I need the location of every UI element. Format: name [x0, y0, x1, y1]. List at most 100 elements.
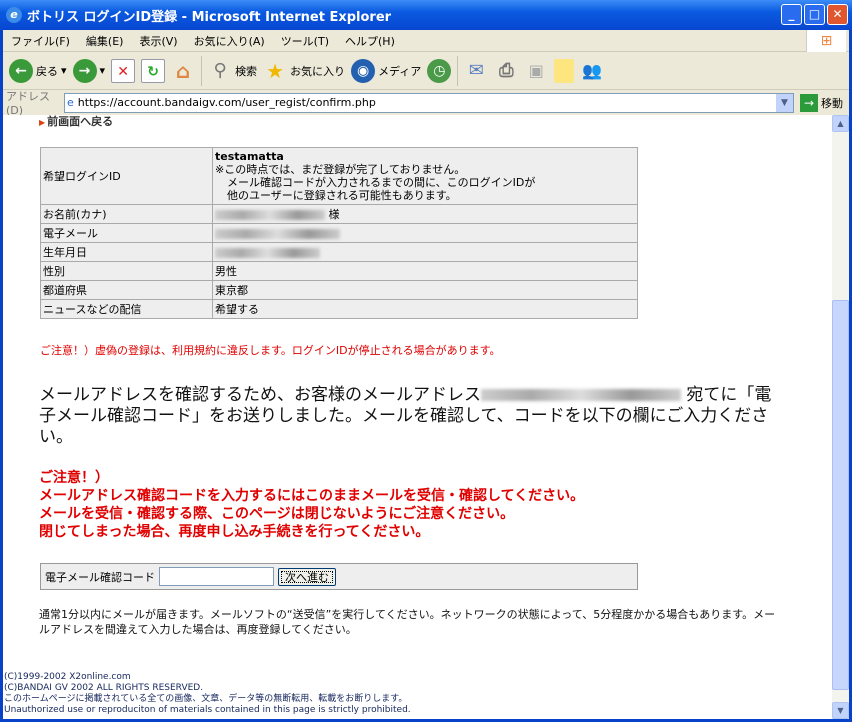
vertical-scrollbar[interactable]: ▲ ▼ [832, 115, 849, 719]
table-row: 希望ログインID testamatta ※この時点では、まだ登録が完了しておりま… [40, 147, 638, 205]
search-label: 検索 [235, 64, 258, 78]
favorites-button[interactable]: ★ お気に入り [263, 59, 345, 83]
login-id: testamatta [215, 150, 284, 163]
menu-edit[interactable]: 編集(E) [78, 33, 132, 49]
forward-arrow-icon: → [72, 58, 97, 83]
forward-button[interactable]: → ▾ [72, 58, 105, 83]
row-label: 電子メール [40, 223, 213, 243]
copyright-line: このホームページに掲載されている全ての画像、文章、データ等の無断転用、転載をお断… [4, 694, 408, 704]
row-label: 性別 [40, 261, 213, 281]
redacted-email [481, 389, 681, 401]
stop-icon[interactable]: ✕ [111, 58, 136, 83]
media-label: メディア [378, 64, 422, 78]
menu-view[interactable]: 表示(V) [131, 33, 185, 49]
toolbar: ← 戻る ▾ → ▾ ✕ ↻ ⌂ ⚲ 検索 ★ お気に入り ◉ メディア ◷ ✉ ⎙ ▣… [3, 52, 849, 90]
page-icon: e [67, 96, 74, 109]
back-link[interactable]: 前画面へ戻る [39, 115, 113, 129]
registration-table: 希望ログインID testamatta ※この時点では、まだ登録が完了しておりま… [40, 147, 638, 319]
row-value [212, 242, 638, 262]
row-label: 生年月日 [40, 242, 213, 262]
edit-icon[interactable]: ▣ [524, 59, 548, 83]
menu-tools[interactable]: ツール(T) [273, 33, 337, 49]
redacted-name [215, 210, 325, 220]
messenger-icon[interactable]: 👥 [580, 59, 604, 83]
favorites-label: お気に入り [290, 64, 346, 78]
menu-favorites[interactable]: お気に入り(A) [186, 33, 273, 49]
address-dropdown[interactable]: ▼ [776, 93, 793, 112]
address-url: https://account.bandaigv.com/user_regist… [77, 96, 376, 109]
history-icon[interactable]: ◷ [427, 58, 452, 83]
notice-line: 閉じてしまった場合、再度申し込み手続きを行ってください。 [39, 524, 430, 540]
table-row: お名前(カナ) 様 [40, 204, 638, 224]
page-content: 前画面へ戻る 希望ログインID testamatta ※この時点では、まだ登録が… [3, 115, 832, 719]
print-icon[interactable]: ⎙ [494, 59, 518, 83]
separator [201, 55, 203, 86]
notice-line: ご注意！） [39, 470, 109, 486]
false-registration-warning: ご注意！）虚偽の登録は、利用規約に違反します。ログインIDが停止される場合があり… [40, 344, 501, 357]
row-value [212, 223, 638, 243]
scroll-down-button[interactable]: ▼ [832, 702, 849, 719]
table-row: 生年月日 [40, 242, 638, 262]
scroll-up-button[interactable]: ▲ [832, 115, 849, 132]
close-button[interactable]: ✕ [827, 4, 848, 25]
scroll-thumb[interactable] [832, 300, 849, 690]
row-value: testamatta ※この時点では、まだ登録が完了しておりません。 メール確認… [212, 147, 638, 205]
refresh-icon[interactable]: ↻ [141, 58, 166, 83]
redacted-email [215, 228, 340, 239]
ie-icon: e [6, 7, 22, 23]
note-line: 他のユーザーに登録される可能性もあります。 [227, 189, 457, 202]
confirmation-message: メールアドレスを確認するため、お客様のメールアドレス 宛てに「電子メール確認コー… [39, 385, 779, 448]
menu-help[interactable]: ヘルプ(H) [337, 33, 403, 49]
address-input[interactable]: e https://account.bandaigv.com/user_regi… [64, 92, 794, 113]
redacted-birthdate [215, 247, 320, 258]
table-row: ニュースなどの配信 希望する [40, 299, 638, 319]
honorific: 様 [328, 208, 340, 221]
address-bar: アドレス(D) e https://account.bandaigv.com/u… [3, 90, 849, 117]
star-icon: ★ [266, 58, 285, 83]
note-line: メール確認コードが入力されるまでの間に、このログインIDが [227, 176, 536, 189]
row-value: 男性 [212, 261, 638, 281]
discuss-icon[interactable] [554, 58, 575, 83]
table-row: 性別 男性 [40, 261, 638, 281]
note-line: ※この時点では、まだ登録が完了しておりません。 [215, 163, 466, 176]
info-text: 通常1分以内にメールが届きます。メールソフトの“送受信”を実行してください。ネッ… [39, 608, 776, 636]
row-label: ニュースなどの配信 [40, 299, 213, 319]
row-value: 希望する [212, 299, 638, 319]
row-label: 都道府県 [40, 280, 213, 300]
title-bar: e ボトリス ログインID登録 - Microsoft Internet Exp… [0, 0, 852, 30]
row-value: 様 [212, 204, 638, 224]
footer: (C)1999-2002 X2online.com (C)BANDAI GV 2… [4, 672, 411, 716]
confirmation-code-form: 電子メール確認コード 次へ進む [40, 563, 638, 590]
next-button[interactable]: 次へ進む [278, 567, 336, 586]
back-label: 戻る [36, 64, 58, 78]
notice-line: メールを受信・確認する際、このページは閉じないようにご注意ください。 [39, 506, 515, 522]
row-label: お名前(カナ) [40, 204, 213, 224]
go-label: 移動 [821, 96, 843, 110]
table-row: 電子メール [40, 223, 638, 243]
back-button[interactable]: ← 戻る ▾ [9, 58, 67, 83]
row-label: 希望ログインID [40, 147, 213, 205]
confirmation-code-input[interactable] [159, 567, 274, 586]
table-row: 都道府県 東京都 [40, 280, 638, 300]
media-button[interactable]: ◉ メディア [351, 58, 422, 83]
minimize-button[interactable]: _ [781, 4, 802, 25]
maximize-button[interactable]: □ [804, 4, 825, 25]
notice-line: メールアドレス確認コードを入力するにはこのままメールを受信・確認してください。 [39, 488, 585, 504]
windows-logo-icon: ⊞ [806, 30, 846, 52]
notice-block: ご注意！） メールアドレス確認コードを入力するにはこのままメールを受信・確認して… [39, 469, 584, 541]
go-button[interactable]: → 移動 [794, 93, 849, 112]
back-arrow-icon: ← [9, 58, 33, 83]
search-icon: ⚲ [213, 59, 227, 81]
mail-icon[interactable]: ✉ [464, 59, 488, 83]
menu-file[interactable]: ファイル(F) [3, 33, 78, 49]
message-part: メールアドレスを確認するため、お客様のメールアドレス [39, 385, 481, 405]
home-icon[interactable]: ⌂ [171, 59, 195, 83]
copyright-line: (C)BANDAI GV 2002 ALL RIGHTS RESERVED. [4, 683, 204, 693]
row-value: 東京都 [212, 280, 638, 300]
address-label: アドレス(D) [6, 90, 50, 117]
search-button[interactable]: ⚲ 検索 [208, 59, 257, 83]
copyright-line: (C)1999-2002 X2online.com [4, 672, 131, 682]
copyright-line: Unauthorized use or reproduciton of mate… [4, 705, 411, 715]
menu-bar: ファイル(F) 編集(E) 表示(V) お気に入り(A) ツール(T) ヘルプ(… [3, 30, 849, 52]
code-label: 電子メール確認コード [45, 570, 155, 584]
